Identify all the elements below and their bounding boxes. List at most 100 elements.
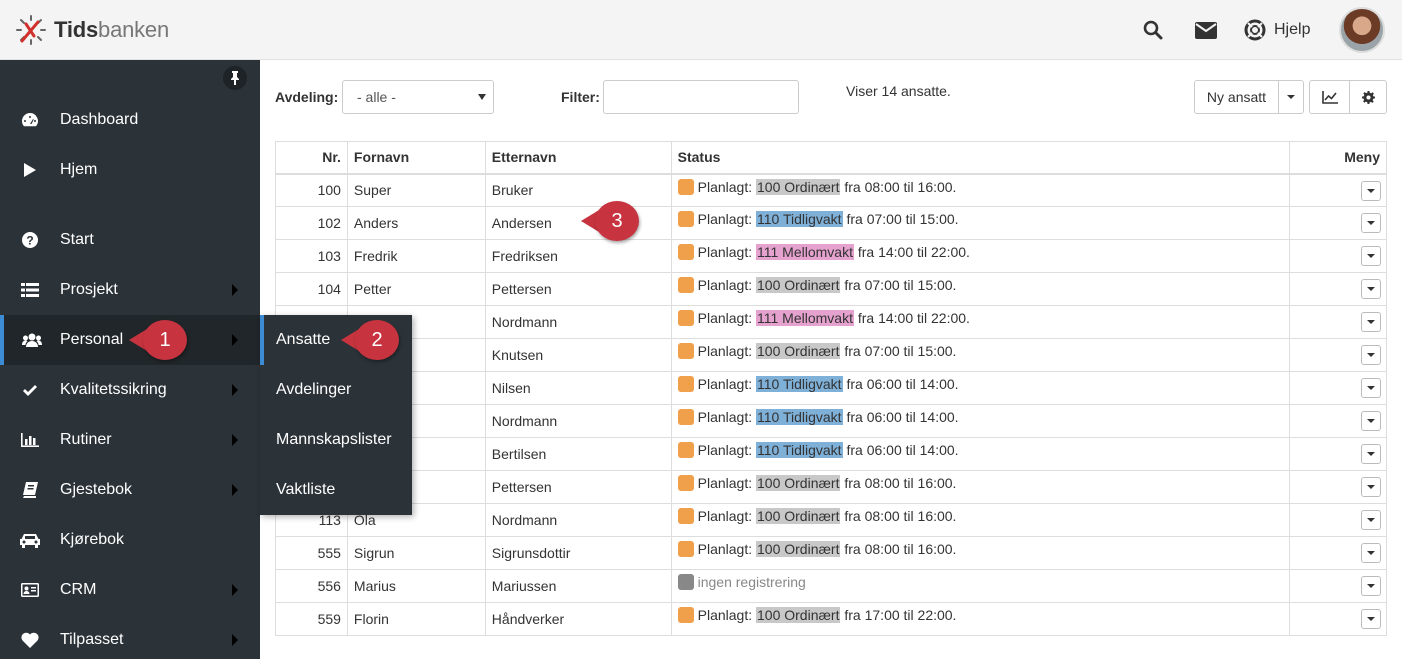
filter-input[interactable] bbox=[603, 80, 799, 114]
caret-down-icon bbox=[1367, 353, 1375, 357]
row-menu-button[interactable] bbox=[1361, 444, 1381, 464]
shift-badge: 100 Ordinært bbox=[756, 541, 841, 557]
row-menu-button[interactable] bbox=[1361, 609, 1381, 629]
status-prefix: Planlagt: bbox=[697, 343, 753, 359]
cell-menu bbox=[1289, 602, 1387, 636]
row-menu-button[interactable] bbox=[1361, 213, 1381, 233]
table-row[interactable]: Nordmann Planlagt: 110 Tidligvakt fra 06:… bbox=[275, 404, 1387, 438]
cell-status: Planlagt: 100 Ordinært fra 07:00 til 15:… bbox=[670, 338, 1291, 372]
settings-button[interactable] bbox=[1349, 80, 1387, 114]
sidebar-item-kvalitetssikring[interactable]: Kvalitetssikring bbox=[0, 365, 260, 415]
table-row[interactable]: 102 Anders Andersen Planlagt: 110 Tidligvak… bbox=[275, 206, 1387, 240]
submenu-item-avdelinger[interactable]: Avdelinger bbox=[260, 365, 412, 415]
row-menu-button[interactable] bbox=[1361, 576, 1381, 596]
caret-down-icon bbox=[1367, 287, 1375, 291]
table-row[interactable]: 555 Sigrun Sigrunsdottir Planlagt: 100 Ordi… bbox=[275, 536, 1387, 570]
top-bar: Tidsbanken Hjelp bbox=[0, 0, 1402, 60]
sidebar-item-rutiner[interactable]: Rutiner bbox=[0, 415, 260, 465]
cell-last-name: Sigrunsdottir bbox=[484, 536, 672, 570]
cell-status: Planlagt: 110 Tidligvakt fra 06:00 til 1… bbox=[670, 437, 1291, 471]
new-employee-dropdown[interactable] bbox=[1278, 80, 1304, 114]
sidebar-item-gjestebok[interactable]: Gjestebok bbox=[0, 465, 260, 515]
table-row[interactable]: Nilsen Planlagt: 110 Tidligvakt fra 06:00… bbox=[275, 371, 1387, 405]
caret-down-icon bbox=[1367, 551, 1375, 555]
cell-status: Planlagt: 100 Ordinært fra 08:00 til 16:… bbox=[670, 503, 1291, 537]
dashboard-icon bbox=[22, 113, 38, 127]
row-menu-button[interactable] bbox=[1361, 345, 1381, 365]
status-square-icon bbox=[677, 409, 694, 425]
cell-menu bbox=[1289, 404, 1387, 438]
cell-status: Planlagt: 111 Mellomvakt fra 14:00 til 2… bbox=[670, 305, 1291, 339]
shift-badge: 111 Mellomvakt bbox=[756, 244, 854, 260]
column-header-meny: Meny bbox=[1289, 141, 1387, 175]
stats-button[interactable] bbox=[1309, 80, 1350, 114]
cell-nr: 103 bbox=[275, 239, 348, 273]
table-row[interactable]: Knutsen Planlagt: 100 Ordinært fra 07:00 … bbox=[275, 338, 1387, 372]
submenu-item-vaktliste[interactable]: Vaktliste bbox=[260, 465, 412, 515]
mail-icon[interactable] bbox=[1194, 17, 1218, 43]
row-menu-button[interactable] bbox=[1361, 510, 1381, 530]
shift-time: fra 08:00 til 16:00. bbox=[844, 508, 957, 524]
pin-icon[interactable] bbox=[223, 66, 247, 90]
status-prefix: Planlagt: bbox=[697, 508, 753, 524]
filter-label: Filter: bbox=[561, 89, 600, 105]
cell-status: Planlagt: 100 Ordinært fra 08:00 til 16:… bbox=[670, 173, 1291, 207]
sidebar-item-prosjekt[interactable]: Prosjekt bbox=[0, 265, 260, 315]
table-row[interactable]: 104 Petter Pettersen Planlagt: 100 Ordinært… bbox=[275, 272, 1387, 306]
cell-last-name: Nordmann bbox=[484, 305, 672, 339]
status-prefix: Planlagt: bbox=[697, 211, 753, 227]
app-logo[interactable]: Tidsbanken bbox=[14, 14, 169, 46]
row-menu-button[interactable] bbox=[1361, 543, 1381, 563]
search-icon[interactable] bbox=[1142, 17, 1164, 43]
row-menu-button[interactable] bbox=[1361, 180, 1381, 201]
column-header-status[interactable]: Status bbox=[670, 141, 1291, 175]
user-avatar[interactable] bbox=[1339, 7, 1385, 53]
table-row[interactable]: Bertilsen Planlagt: 110 Tidligvakt fra 06… bbox=[275, 437, 1387, 471]
submenu-item-mannskapslister[interactable]: Mannskapslister bbox=[260, 415, 412, 465]
table-row[interactable]: Pettersen Planlagt: 100 Ordinært fra 08:0… bbox=[275, 470, 1387, 504]
department-select-value: - alle - bbox=[357, 89, 396, 105]
row-menu-button[interactable] bbox=[1361, 312, 1381, 332]
help-button[interactable]: Hjelp bbox=[1244, 17, 1310, 43]
employee-table: Nr. Fornavn Etternavn Status Meny 100 Sup… bbox=[275, 141, 1387, 636]
cell-last-name: Bruker bbox=[484, 173, 672, 207]
row-menu-button[interactable] bbox=[1361, 279, 1381, 299]
table-row[interactable]: Nordmann Planlagt: 111 Mellomvakt fra 14:… bbox=[275, 305, 1387, 339]
sidebar-item-crm[interactable]: CRM bbox=[0, 565, 260, 615]
cell-last-name: Mariussen bbox=[484, 569, 672, 603]
row-menu-button[interactable] bbox=[1361, 378, 1381, 398]
status-square-icon bbox=[677, 277, 694, 293]
table-row[interactable]: 556 Marius Mariussen ingen registrering bbox=[275, 569, 1387, 603]
shift-time: fra 08:00 til 16:00. bbox=[844, 541, 957, 557]
column-header-nr[interactable]: Nr. bbox=[275, 141, 348, 175]
table-row[interactable]: 100 Super Bruker Planlagt: 100 Ordinært fra… bbox=[275, 173, 1387, 207]
row-menu-button[interactable] bbox=[1361, 411, 1381, 431]
column-header-etternavn[interactable]: Etternavn bbox=[484, 141, 672, 175]
cell-nr: 556 bbox=[275, 569, 348, 603]
sidebar-item-dashboard[interactable]: Dashboard bbox=[0, 95, 260, 145]
sidebar-item-label: Kjørebok bbox=[60, 531, 125, 548]
status-prefix: Planlagt: bbox=[697, 277, 753, 293]
shift-time: fra 06:00 til 14:00. bbox=[846, 376, 959, 392]
row-menu-button[interactable] bbox=[1361, 246, 1381, 266]
table-row[interactable]: 113 Ola Nordmann Planlagt: 100 Ordinært fra… bbox=[275, 503, 1387, 537]
caret-down-icon bbox=[1367, 221, 1375, 225]
sidebar-item-kjorebok[interactable]: Kjørebok bbox=[0, 515, 260, 565]
new-employee-button[interactable]: Ny ansatt bbox=[1194, 80, 1279, 114]
heart-icon bbox=[21, 632, 39, 648]
row-menu-button[interactable] bbox=[1361, 477, 1381, 497]
shift-badge: 100 Ordinært bbox=[756, 343, 841, 359]
chevron-right-icon bbox=[232, 484, 238, 496]
shift-time: fra 14:00 til 22:00. bbox=[857, 244, 970, 260]
cell-status: Planlagt: 100 Ordinært fra 08:00 til 16:… bbox=[670, 536, 1291, 570]
sidebar-item-hjem[interactable]: Hjem bbox=[0, 145, 260, 195]
column-header-fornavn[interactable]: Fornavn bbox=[346, 141, 486, 175]
sidebar-item-start[interactable]: ? Start bbox=[0, 215, 260, 265]
cell-first-name: Florin bbox=[346, 602, 486, 636]
table-row[interactable]: 103 Fredrik Fredriksen Planlagt: 111 Mellom… bbox=[275, 239, 1387, 273]
chevron-right-icon bbox=[232, 634, 238, 646]
sidebar-item-tilpasset[interactable]: Tilpasset bbox=[0, 615, 260, 665]
table-row[interactable]: 559 Florin Håndverker Planlagt: 100 Ordinær… bbox=[275, 602, 1387, 636]
department-select[interactable]: - alle - bbox=[342, 80, 494, 114]
cell-status: Planlagt: 111 Mellomvakt fra 14:00 til 2… bbox=[670, 239, 1291, 273]
